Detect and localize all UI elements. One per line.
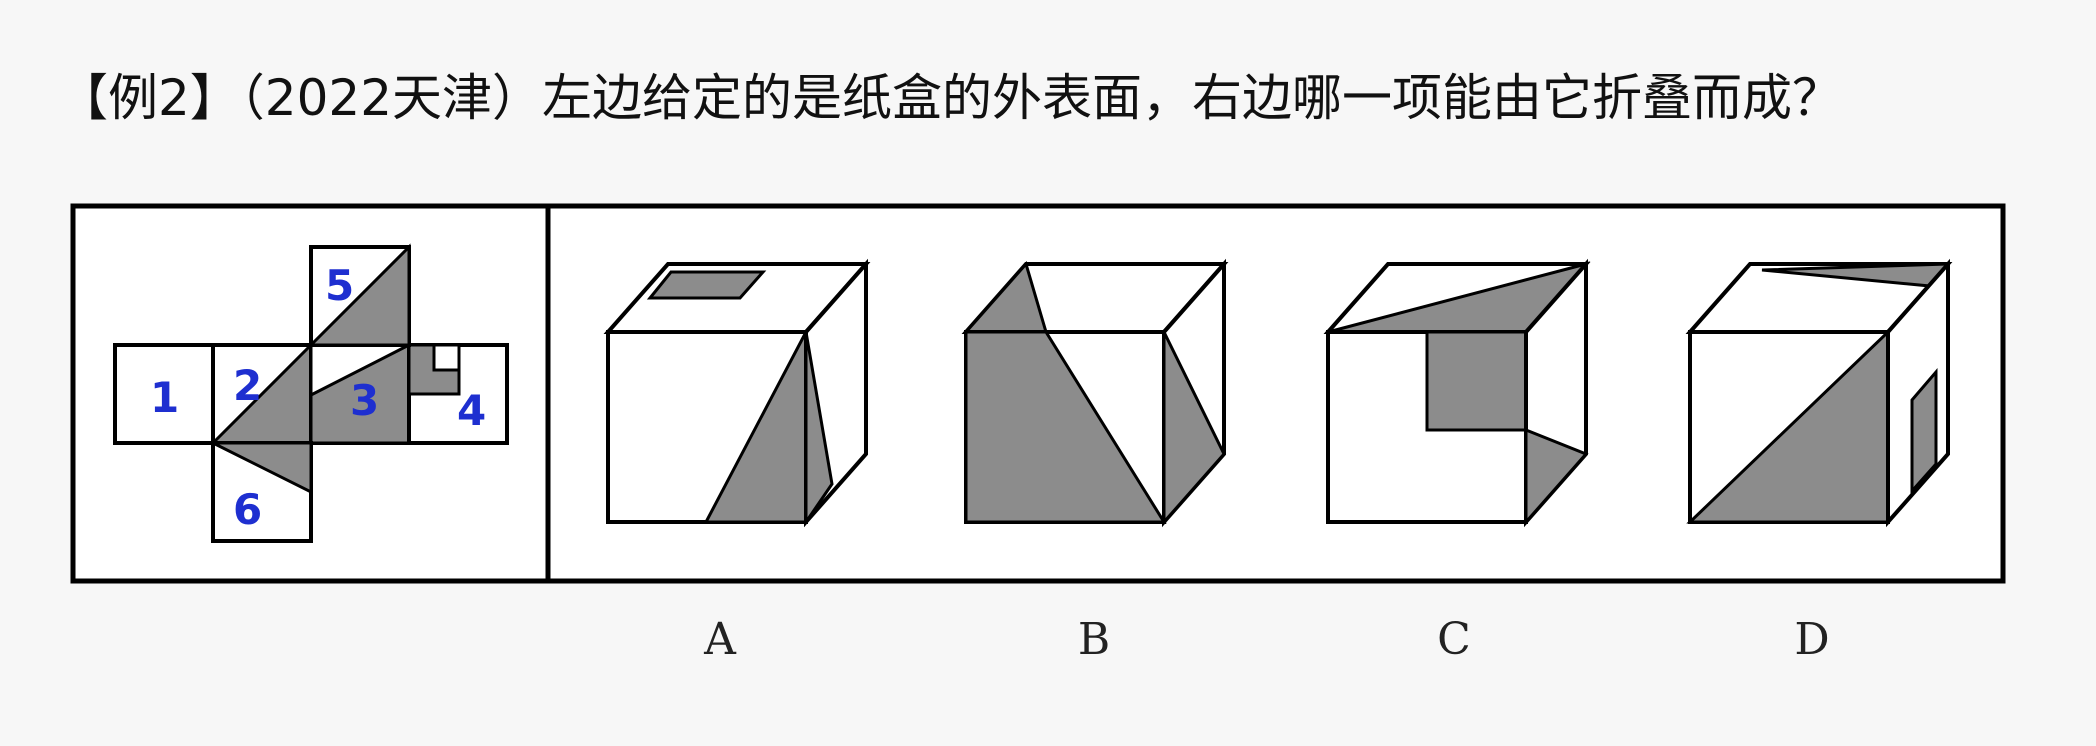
net-number-2: 2 bbox=[233, 361, 262, 410]
option-d-cube[interactable] bbox=[1685, 258, 1953, 528]
net-number-5: 5 bbox=[325, 261, 354, 310]
option-b-cube[interactable] bbox=[961, 258, 1229, 528]
option-d-label[interactable]: D bbox=[1794, 614, 1829, 665]
option-c-label[interactable]: C bbox=[1437, 614, 1471, 665]
net-number-3: 3 bbox=[350, 376, 379, 425]
puzzle-figure: 1 2 3 4 5 6 A B C D bbox=[70, 203, 2006, 665]
option-a-cube[interactable] bbox=[603, 258, 871, 528]
option-c-cube[interactable] bbox=[1323, 258, 1591, 528]
option-b-label[interactable]: B bbox=[1078, 614, 1110, 665]
net-number-4: 4 bbox=[457, 386, 486, 435]
option-a-label[interactable]: A bbox=[703, 614, 737, 665]
net-number-1: 1 bbox=[150, 373, 179, 422]
net-number-6: 6 bbox=[233, 485, 262, 534]
